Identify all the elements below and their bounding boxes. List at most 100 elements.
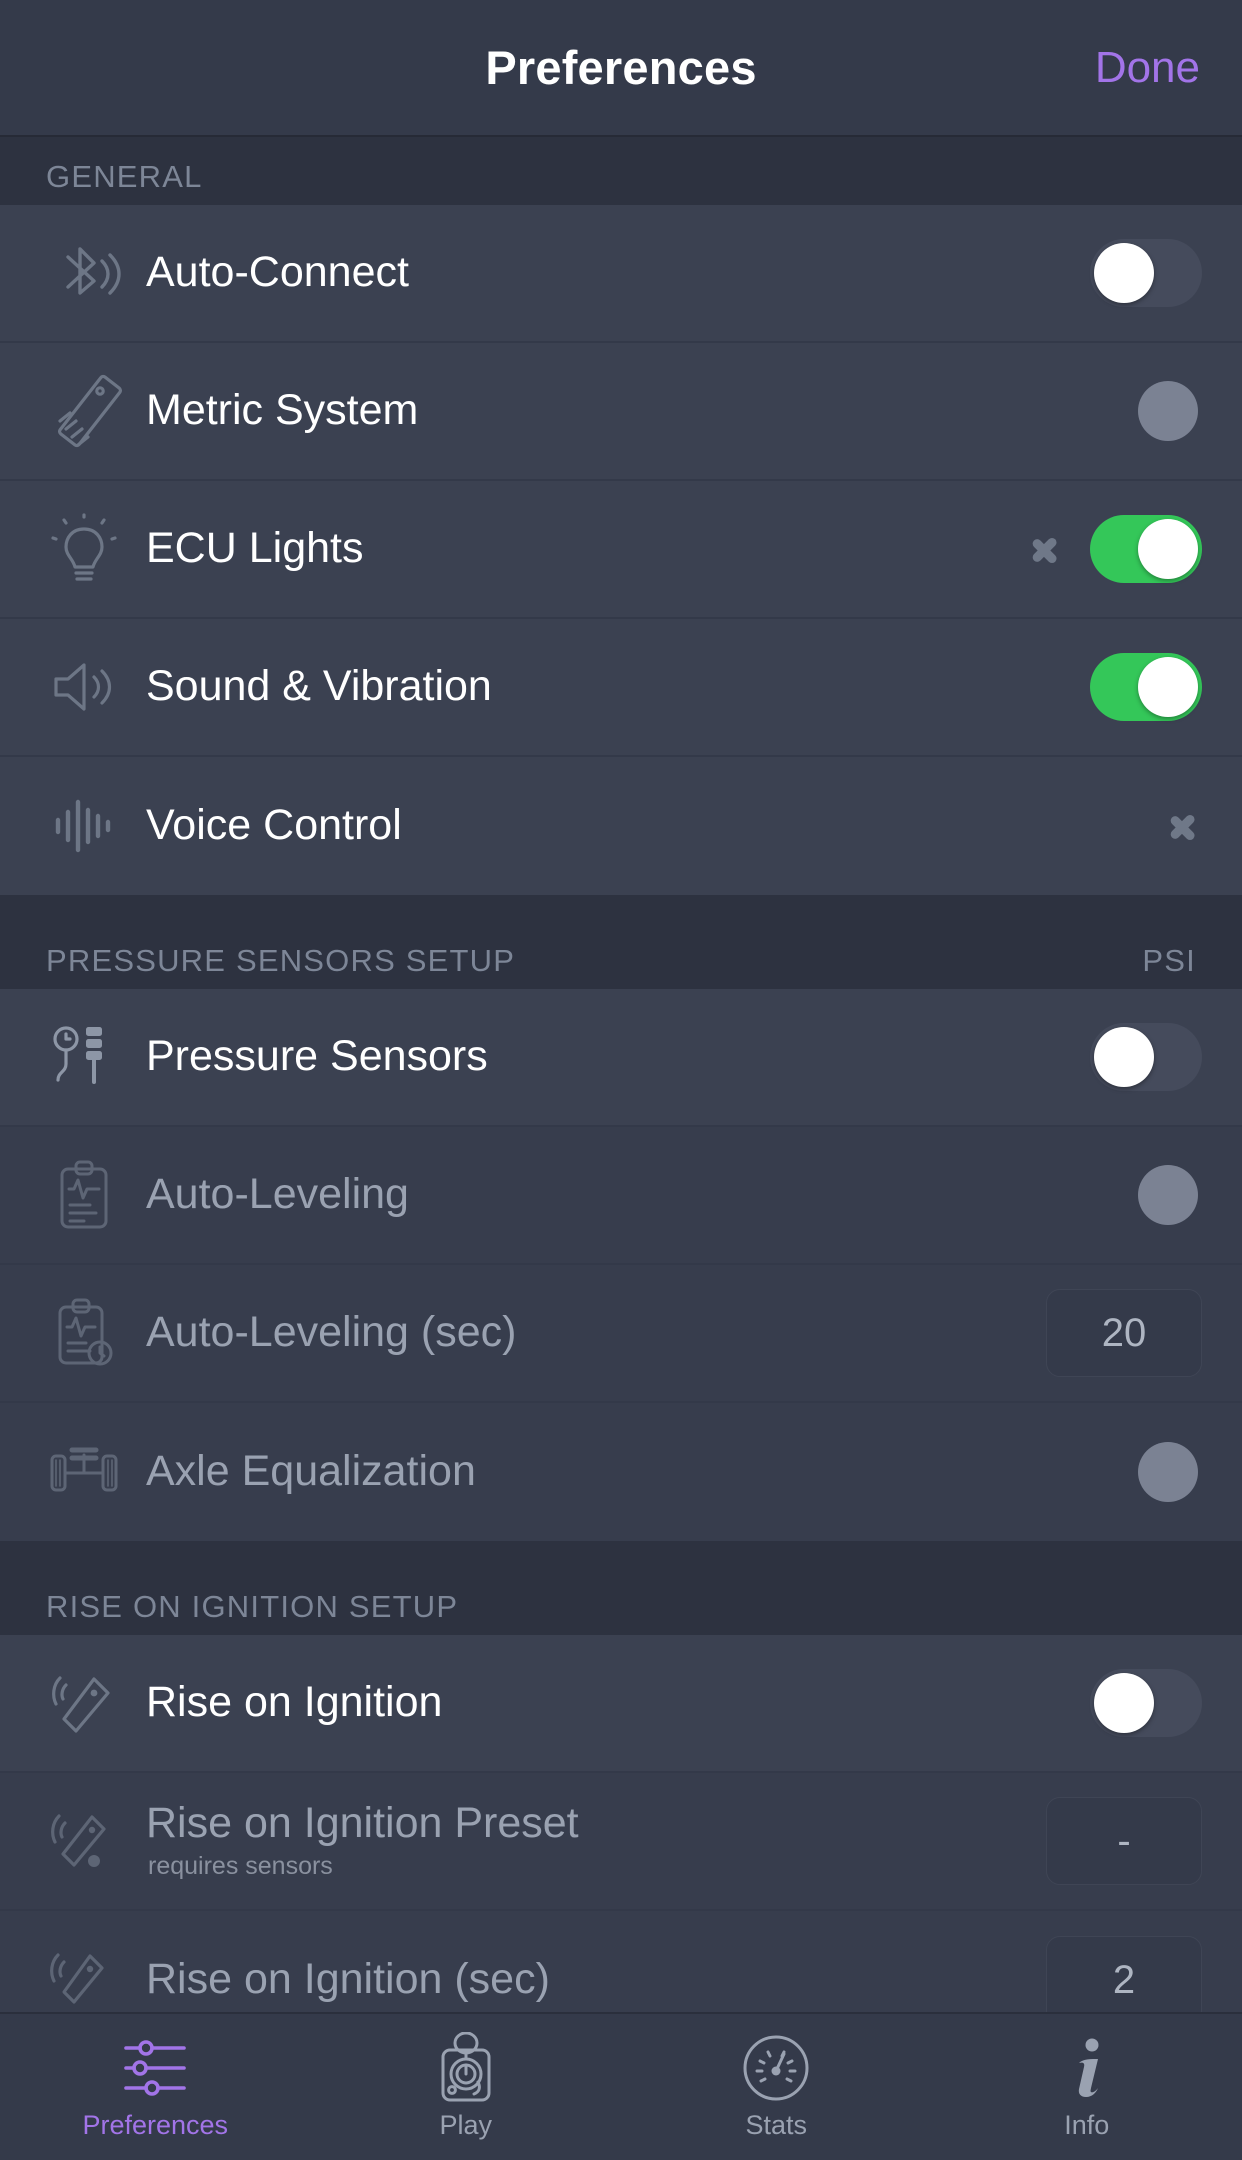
row-text: Metric System (138, 388, 1134, 433)
row-text: ECU Lights (138, 526, 1030, 571)
section-header-general: GENERAL (0, 137, 1242, 205)
rise-on-ignition-preset-value[interactable]: - (1046, 1797, 1202, 1885)
tab-stats[interactable]: Stats (621, 2014, 932, 2141)
toggle-knob (1094, 1673, 1154, 1733)
key-fob-preset-icon (30, 1786, 138, 1896)
chevron-right-icon[interactable] (1168, 797, 1202, 855)
bluetooth-icon (30, 218, 138, 328)
tab-play[interactable]: Play (311, 2014, 622, 2141)
tab-label: Info (1064, 2110, 1110, 2140)
row-auto-connect[interactable]: Auto-Connect (0, 205, 1242, 343)
shifter-icon (433, 2032, 499, 2104)
section-rise-on-ignition: Rise on Ignition Rise on Ignition Preset… (0, 1635, 1242, 2012)
info-icon (1057, 2032, 1117, 2104)
row-label: Voice Control (146, 801, 402, 850)
axle-icon (30, 1417, 138, 1527)
row-text: Pressure Sensors (138, 1034, 1090, 1079)
sliders-icon (116, 2032, 194, 2104)
auto-connect-toggle[interactable] (1090, 239, 1202, 307)
speaker-icon (30, 632, 138, 742)
row-text: Voice Control (138, 803, 1168, 848)
rise-on-ignition-sec-value[interactable]: 2 (1046, 1936, 1202, 2012)
toggle-knob (1094, 243, 1154, 303)
row-pressure-sensors[interactable]: Pressure Sensors (0, 989, 1242, 1127)
row-text: Auto-Leveling (sec) (138, 1310, 1046, 1355)
row-label: ECU Lights (146, 524, 364, 573)
preferences-screen: Preferences Done GENERAL Auto-Connect Me… (0, 0, 1242, 2160)
row-ecu-lights[interactable]: ECU Lights (0, 481, 1242, 619)
key-fob-timer-icon (30, 1925, 138, 2012)
row-controls: 2 (1046, 1936, 1242, 2012)
sound-vibration-toggle[interactable] (1090, 653, 1202, 721)
row-controls (1134, 1438, 1242, 1506)
row-controls (1134, 1161, 1242, 1229)
clipboard-timer-icon (30, 1278, 138, 1388)
chevron-right-icon[interactable] (1030, 520, 1064, 578)
row-label: Rise on Ignition (146, 1678, 443, 1727)
axle-equalization-toggle[interactable] (1134, 1438, 1202, 1506)
row-label: Auto-Leveling (sec) (146, 1308, 517, 1357)
row-label: Auto-Connect (146, 248, 409, 297)
lightbulb-icon (30, 494, 138, 604)
row-label: Sound & Vibration (146, 662, 492, 711)
toggle-knob (1138, 1165, 1198, 1225)
row-controls (1168, 797, 1242, 855)
row-controls (1090, 239, 1242, 307)
section-title: RISE ON IGNITION SETUP (46, 1589, 459, 1624)
navigation-bar: Preferences Done (0, 0, 1242, 137)
metric-system-toggle[interactable] (1134, 377, 1202, 445)
row-controls: 20 (1046, 1289, 1242, 1377)
row-sound-vibration[interactable]: Sound & Vibration (0, 619, 1242, 757)
section-title: PRESSURE SENSORS SETUP (46, 943, 516, 978)
row-controls (1134, 377, 1242, 445)
clipboard-ecg-icon (30, 1140, 138, 1250)
row-rise-on-ignition[interactable]: Rise on Ignition (0, 1635, 1242, 1773)
section-unit-psi: PSI (1142, 943, 1196, 978)
row-voice-control[interactable]: Voice Control (0, 757, 1242, 895)
waveform-icon (30, 771, 138, 881)
toggle-knob (1138, 657, 1198, 717)
row-label: Auto-Leveling (146, 1170, 409, 1219)
tab-preferences[interactable]: Preferences (0, 2014, 311, 2141)
done-button[interactable]: Done (1095, 43, 1200, 93)
ecu-lights-toggle[interactable] (1090, 515, 1202, 583)
row-subtitle: requires sensors (148, 1852, 333, 1881)
row-label: Metric System (146, 386, 419, 435)
toggle-knob (1094, 1027, 1154, 1087)
row-label: Pressure Sensors (146, 1032, 488, 1081)
row-axle-equalization[interactable]: Axle Equalization (0, 1403, 1242, 1541)
section-title: GENERAL (46, 159, 203, 194)
row-metric-system[interactable]: Metric System (0, 343, 1242, 481)
row-label: Rise on Ignition (sec) (146, 1955, 550, 2004)
row-text: Rise on Ignition (sec) (138, 1957, 1046, 2002)
row-rise-on-ignition-sec[interactable]: Rise on Ignition (sec) 2 (0, 1911, 1242, 2012)
row-text: Rise on Ignition Preset requires sensors (138, 1798, 1046, 1881)
section-general: Auto-Connect Metric System ECU Lights So… (0, 205, 1242, 895)
row-text: Axle Equalization (138, 1449, 1134, 1494)
ruler-icon (30, 356, 138, 466)
row-rise-on-ignition-preset[interactable]: Rise on Ignition Preset requires sensors… (0, 1773, 1242, 1911)
tab-info[interactable]: Info (932, 2014, 1242, 2141)
toggle-knob (1138, 1442, 1198, 1502)
row-controls (1090, 1023, 1242, 1091)
section-pressure-sensors: Pressure Sensors Auto-Leveling Auto-Leve… (0, 989, 1242, 1541)
auto-leveling-toggle[interactable] (1134, 1161, 1202, 1229)
row-controls: - (1046, 1797, 1242, 1885)
settings-list[interactable]: GENERAL Auto-Connect Metric System ECU L… (0, 137, 1242, 2012)
row-label: Axle Equalization (146, 1447, 476, 1496)
pressure-sensors-toggle[interactable] (1090, 1023, 1202, 1091)
tab-label: Play (439, 2110, 493, 2140)
page-title: Preferences (485, 41, 757, 94)
rise-on-ignition-toggle[interactable] (1090, 1669, 1202, 1737)
auto-leveling-sec-value[interactable]: 20 (1046, 1289, 1202, 1377)
tab-label: Preferences (82, 2110, 229, 2140)
section-header-pressure-sensors: PRESSURE SENSORS SETUP PSI (0, 895, 1242, 989)
row-auto-leveling[interactable]: Auto-Leveling (0, 1127, 1242, 1265)
row-auto-leveling-sec[interactable]: Auto-Leveling (sec) 20 (0, 1265, 1242, 1403)
row-controls (1090, 653, 1242, 721)
row-text: Rise on Ignition (138, 1680, 1090, 1725)
row-text: Auto-Connect (138, 250, 1090, 295)
key-fob-icon (30, 1648, 138, 1758)
row-text: Auto-Leveling (138, 1172, 1134, 1217)
row-label: Rise on Ignition Preset (146, 1798, 579, 1847)
